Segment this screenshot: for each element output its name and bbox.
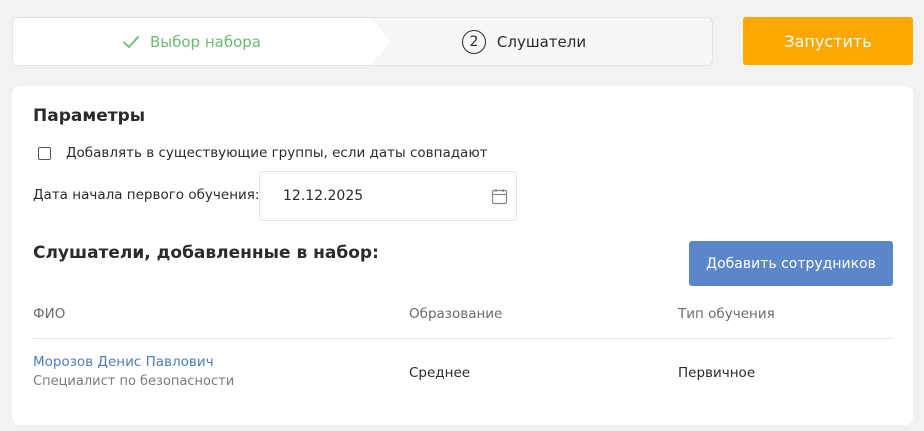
listener-position: Специалист по безопасности bbox=[33, 374, 235, 389]
add-to-existing-groups-checkbox[interactable] bbox=[38, 146, 51, 160]
step-select-set-label: Выбор набора bbox=[150, 32, 261, 51]
run-button[interactable]: Запустить bbox=[743, 17, 913, 65]
table-divider bbox=[33, 338, 893, 339]
step-listeners[interactable]: 2 Слушатели bbox=[390, 18, 712, 65]
column-header-name: ФИО bbox=[33, 306, 66, 322]
calendar-icon[interactable] bbox=[491, 188, 508, 205]
checkmark-icon bbox=[123, 35, 139, 48]
listeners-title: Слушатели, добавленные в набор: bbox=[33, 243, 379, 263]
column-header-training-type: Тип обучения bbox=[678, 306, 775, 322]
add-employees-button[interactable]: Добавить сотрудников bbox=[689, 241, 893, 286]
start-date-field[interactable]: 12.12.2025 bbox=[259, 171, 517, 221]
step-number: 2 bbox=[461, 29, 486, 54]
column-header-education: Образование bbox=[409, 306, 503, 322]
start-date-label: Дата начала первого обучения: bbox=[33, 187, 260, 203]
add-to-existing-groups-row[interactable]: Добавлять в существующие группы, если да… bbox=[38, 145, 488, 161]
step-listeners-label: Слушатели bbox=[496, 32, 587, 51]
parameters-card: Параметры Добавлять в существующие групп… bbox=[12, 86, 913, 425]
parameters-title: Параметры bbox=[33, 106, 146, 126]
step-select-set[interactable]: Выбор набора bbox=[13, 18, 390, 65]
stepper: Выбор набора 2 Слушатели bbox=[12, 17, 713, 66]
listener-name-link[interactable]: Морозов Денис Павлович bbox=[33, 354, 214, 370]
listener-education: Среднее bbox=[409, 365, 471, 381]
start-date-value: 12.12.2025 bbox=[283, 188, 364, 204]
listener-training-type: Первичное bbox=[678, 365, 756, 381]
add-to-existing-groups-label: Добавлять в существующие группы, если да… bbox=[66, 145, 488, 161]
